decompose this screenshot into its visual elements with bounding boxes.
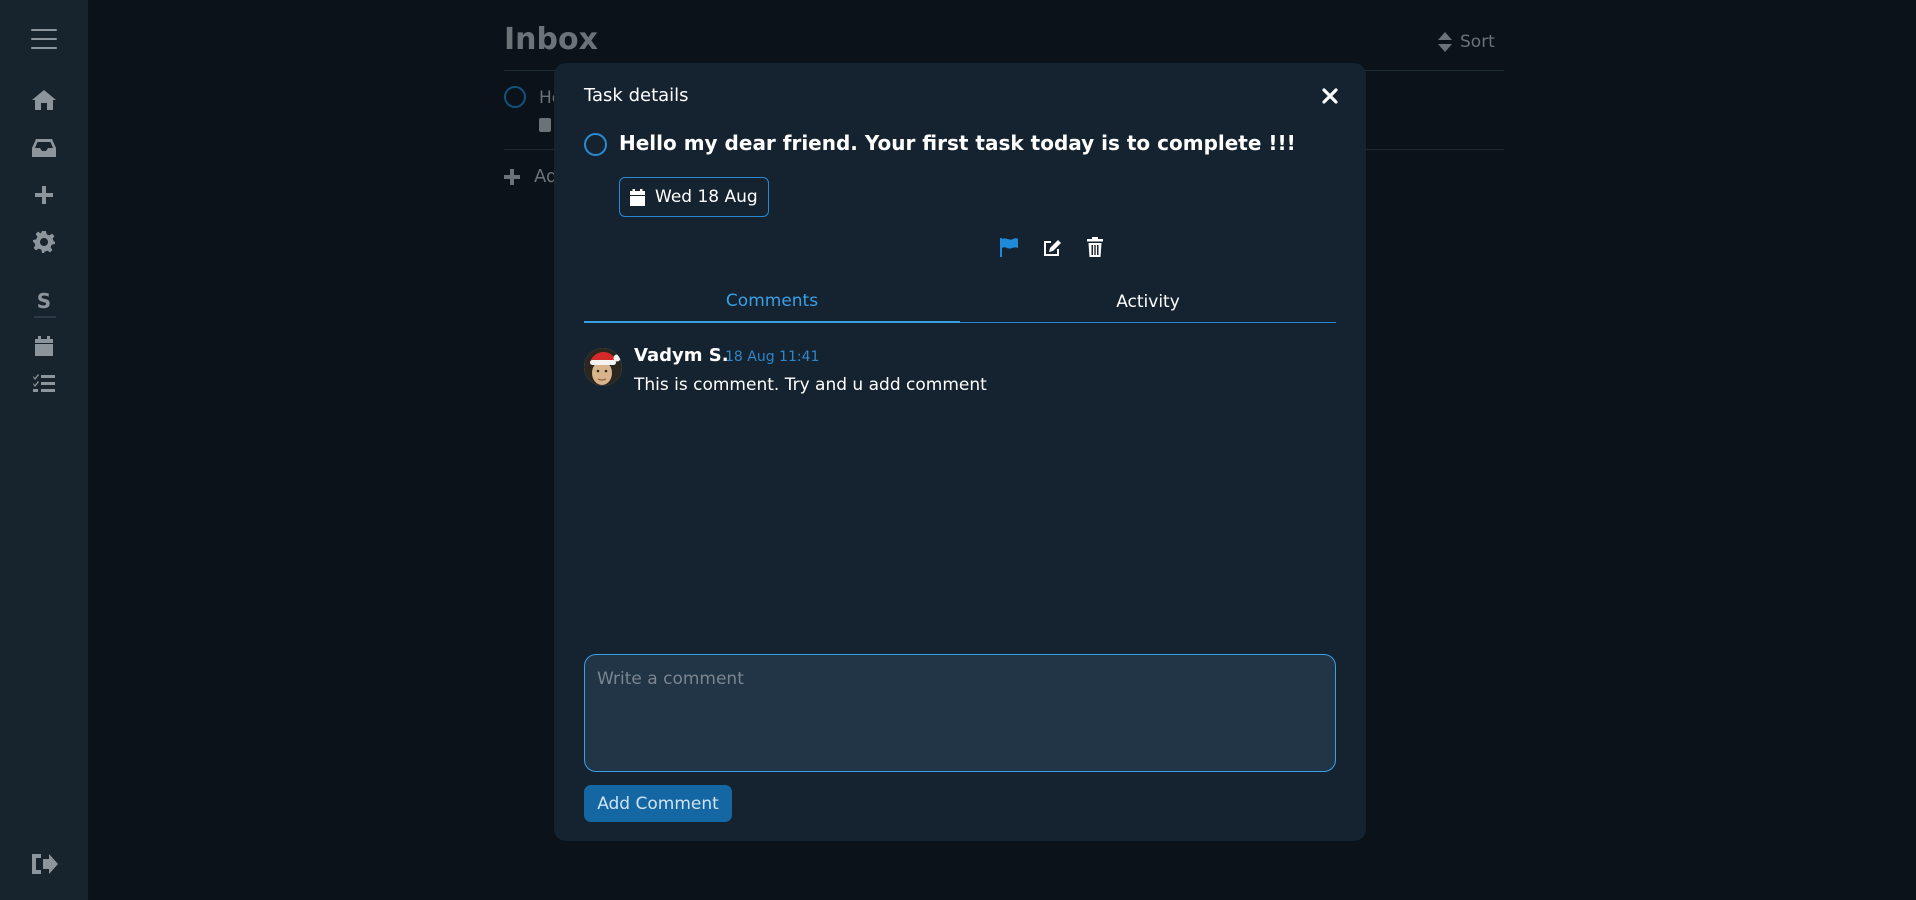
gear-icon[interactable] [0,231,88,253]
user-initial[interactable]: S [0,288,88,314]
sidebar: S [0,0,88,900]
plus-icon [504,168,520,185]
edit-button[interactable] [1040,235,1064,259]
tab-bar: Comments Activity [584,281,1336,323]
calendar-icon [630,188,645,206]
add-task-button[interactable]: Ad [504,166,557,187]
flag-button[interactable] [997,235,1021,259]
edit-icon [1044,240,1061,256]
inbox-icon[interactable] [0,137,88,159]
task-checkbox[interactable] [504,86,526,108]
delete-button[interactable] [1083,235,1107,259]
plus-icon[interactable] [0,185,88,205]
calendar-icon [539,118,551,132]
close-icon [1322,88,1338,104]
flag-icon [1000,238,1018,257]
tab-comments[interactable]: Comments [584,281,960,323]
due-date-label: Wed 18 Aug [655,187,758,207]
comment-text: This is comment. Try and u add comment [634,375,987,395]
comment-timestamp: 18 Aug 11:41 [725,349,820,365]
task-title: Hello my dear friend. Your first task to… [619,131,1296,155]
sort-button[interactable]: Sort [1438,32,1495,52]
calendar-icon[interactable] [0,335,88,357]
sort-icon [1438,32,1452,52]
sort-label: Sort [1460,32,1495,52]
task-details-modal: Task details Hello my dear friend. Your … [554,63,1366,841]
comment-author: Vadym S. [634,345,729,366]
checklist-icon[interactable] [0,372,88,394]
add-comment-button[interactable]: Add Comment [584,785,732,822]
tab-activity[interactable]: Activity [960,281,1336,323]
avatar-santa-image [584,348,622,386]
due-date-button[interactable]: Wed 18 Aug [619,177,769,217]
logout-icon[interactable] [0,852,88,876]
close-button[interactable] [1319,85,1341,107]
home-icon[interactable] [0,88,88,112]
avatar [584,348,622,386]
task-complete-checkbox[interactable] [584,133,607,156]
menu-icon[interactable] [0,26,88,52]
page-title: Inbox [504,22,598,57]
trash-icon [1087,237,1103,257]
sidebar-divider [34,316,56,318]
modal-title: Task details [584,85,689,106]
comment-input[interactable] [584,654,1336,772]
